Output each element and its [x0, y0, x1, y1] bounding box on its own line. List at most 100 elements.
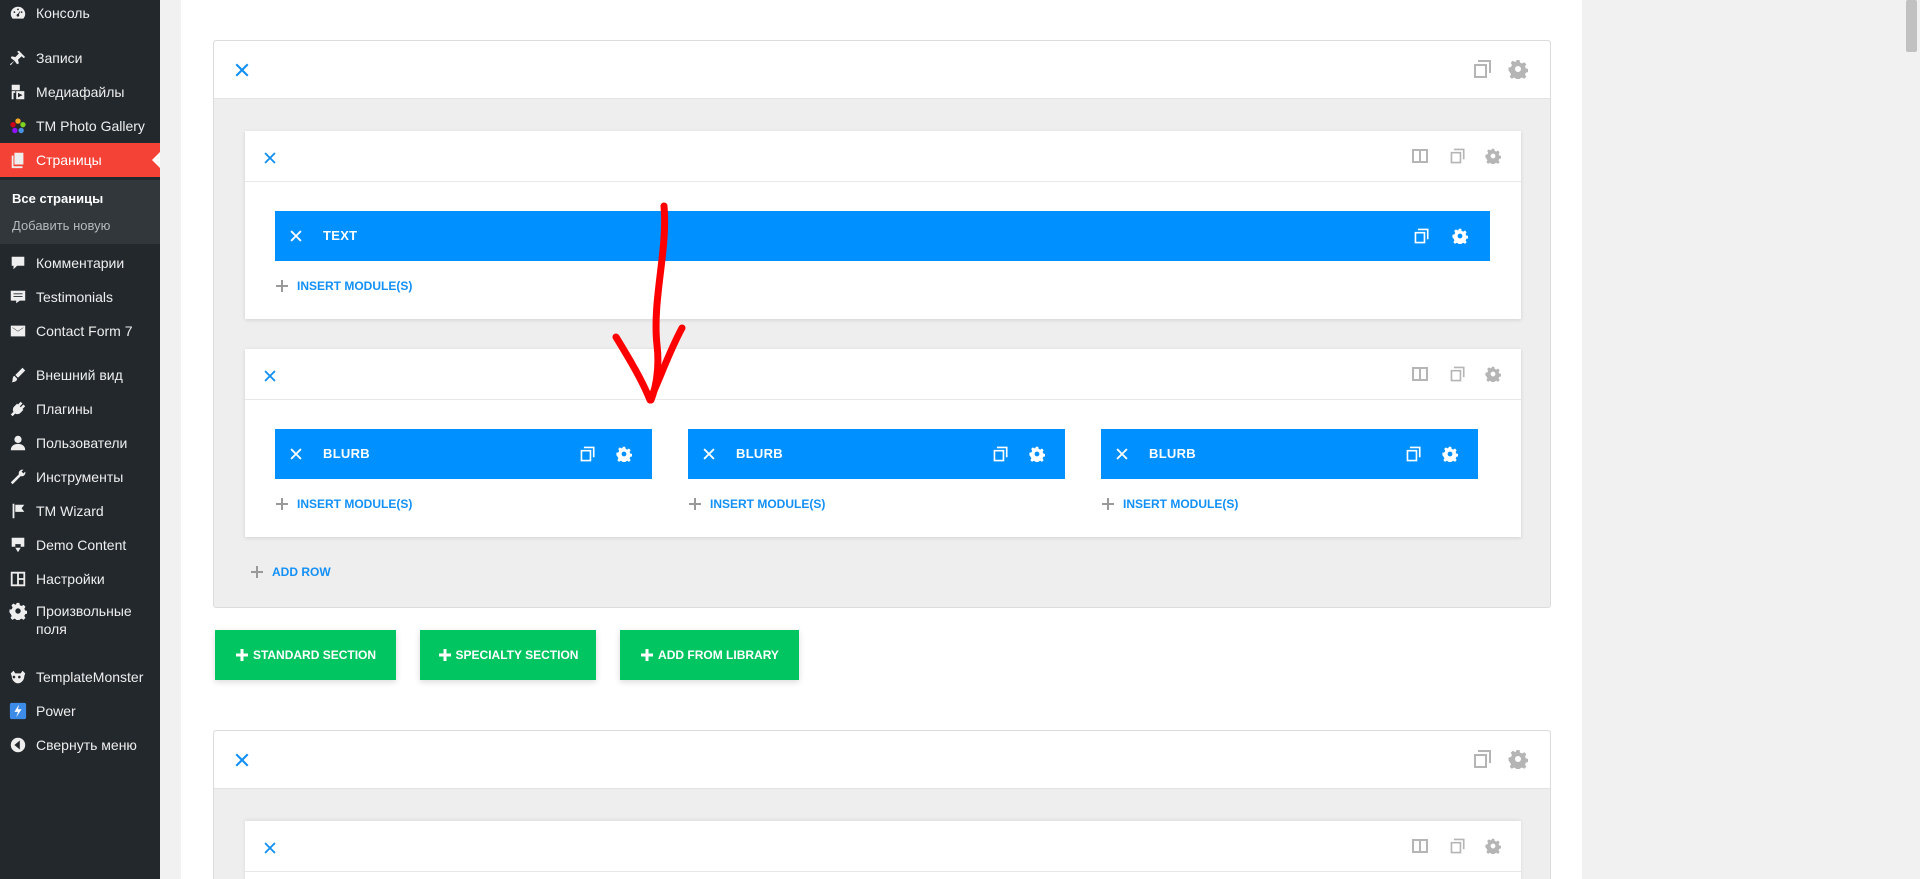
menu-item-comments[interactable]: Комментарии: [0, 246, 160, 280]
delete-module-icon[interactable]: [702, 447, 716, 461]
menu-item-console[interactable]: Консоль: [0, 0, 160, 30]
builder-row: BLURB INSERT MODULE(S) BLURB INSERT MODU…: [245, 349, 1521, 537]
module-settings-icon[interactable]: [1449, 225, 1471, 247]
duplicate-section-icon[interactable]: [1472, 58, 1494, 80]
builder-row: TEXT INSERT MODULE(S): [245, 131, 1521, 319]
submenu-all-pages[interactable]: Все страницы: [12, 191, 103, 206]
menu-item-tm-wizard[interactable]: TM Wizard: [0, 494, 160, 528]
row-settings-icon[interactable]: [1482, 145, 1504, 167]
menu-item-demo-content[interactable]: Demo Content: [0, 528, 160, 562]
menu-label: Инструменты: [36, 469, 124, 485]
wrench-icon: [9, 468, 27, 486]
download-icon: [9, 536, 27, 554]
builder-section: TEXT INSERT MODULE(S) BLURB INSERT MODUL…: [213, 40, 1551, 608]
menu-item-settings[interactable]: Настройки: [0, 562, 160, 596]
standard-section-button[interactable]: STANDARD SECTION: [215, 630, 396, 680]
menu-item-tm-photo-gallery[interactable]: TM Photo Gallery: [0, 109, 160, 143]
blurb-module[interactable]: BLURB: [275, 429, 652, 479]
insert-module-link[interactable]: INSERT MODULE(S): [275, 279, 412, 293]
menu-item-power[interactable]: Power: [0, 694, 160, 728]
section-settings-icon[interactable]: [1507, 58, 1529, 80]
plus-icon: [250, 565, 264, 579]
menu-label: Power: [36, 703, 76, 719]
row-settings-icon[interactable]: [1482, 835, 1504, 857]
delete-section-icon[interactable]: [233, 61, 251, 79]
insert-module-link[interactable]: INSERT MODULE(S): [275, 497, 412, 511]
delete-module-icon[interactable]: [1115, 447, 1129, 461]
menu-item-appearance[interactable]: Внешний вид: [0, 358, 160, 392]
duplicate-module-icon[interactable]: [1411, 225, 1433, 247]
menu-label: Консоль: [36, 5, 90, 21]
row-settings-icon[interactable]: [1482, 363, 1504, 385]
duplicate-row-icon[interactable]: [1447, 363, 1469, 385]
insert-module-link[interactable]: INSERT MODULE(S): [688, 497, 825, 511]
delete-row-icon[interactable]: [263, 841, 277, 855]
testimonial-icon: [9, 288, 27, 306]
duplicate-section-icon[interactable]: [1472, 748, 1494, 770]
menu-item-media[interactable]: Медиафайлы: [0, 75, 160, 109]
plugin-icon: [9, 400, 27, 418]
menu-item-posts[interactable]: Записи: [0, 41, 160, 75]
delete-module-icon[interactable]: [289, 229, 303, 243]
duplicate-row-icon[interactable]: [1447, 835, 1469, 857]
change-columns-icon[interactable]: [1409, 835, 1431, 857]
plus-icon: [275, 279, 289, 293]
flower-icon: [9, 117, 27, 135]
section-settings-icon[interactable]: [1507, 748, 1529, 770]
blurb-module[interactable]: BLURB: [688, 429, 1065, 479]
menu-item-users[interactable]: Пользователи: [0, 426, 160, 460]
menu-label: Страницы: [36, 152, 102, 168]
menu-item-tools[interactable]: Инструменты: [0, 460, 160, 494]
menu-item-pages[interactable]: Страницы: [0, 143, 160, 177]
media-icon: [9, 83, 27, 101]
insert-module-link[interactable]: INSERT MODULE(S): [1101, 497, 1238, 511]
section-header: [214, 731, 1550, 789]
duplicate-row-icon[interactable]: [1447, 145, 1469, 167]
menu-label: Настройки: [36, 571, 105, 587]
dashboard-icon: [9, 4, 27, 22]
delete-module-icon[interactable]: [289, 447, 303, 461]
menu-label: Медиафайлы: [36, 84, 125, 100]
specialty-section-button[interactable]: SPECIALTY SECTION: [420, 630, 596, 680]
menu-item-plugins[interactable]: Плагины: [0, 392, 160, 426]
plus-icon: [688, 497, 702, 511]
menu-item-custom-fields[interactable]: Произвольные поля: [0, 596, 160, 640]
scrollbar-thumb[interactable]: [1906, 0, 1917, 52]
delete-row-icon[interactable]: [263, 369, 277, 383]
module-label: BLURB: [736, 446, 783, 461]
menu-item-contact-form-7[interactable]: Contact Form 7: [0, 314, 160, 348]
duplicate-module-icon[interactable]: [990, 443, 1012, 465]
button-label: STANDARD SECTION: [252, 648, 377, 662]
menu-item-templatemonster[interactable]: TemplateMonster: [0, 660, 160, 694]
menu-label: Комментарии: [36, 255, 125, 271]
delete-section-icon[interactable]: [233, 751, 251, 769]
plus-icon: [1101, 497, 1115, 511]
add-row-link[interactable]: ADD ROW: [250, 565, 331, 579]
duplicate-module-icon[interactable]: [577, 443, 599, 465]
module-settings-icon[interactable]: [1439, 443, 1461, 465]
text-module[interactable]: TEXT: [275, 211, 1490, 261]
duplicate-module-icon[interactable]: [1403, 443, 1425, 465]
blurb-module[interactable]: BLURB: [1101, 429, 1478, 479]
submenu-add-new[interactable]: Добавить новую: [12, 218, 110, 233]
change-columns-icon[interactable]: [1409, 145, 1431, 167]
plus-icon: [235, 648, 249, 662]
insert-module-label: INSERT MODULE(S): [297, 497, 413, 511]
menu-label: Записи: [36, 50, 83, 66]
delete-row-icon[interactable]: [263, 151, 277, 165]
menu-label: TM Photo Gallery: [36, 118, 145, 134]
row-header: [245, 131, 1521, 182]
comment-icon: [9, 254, 27, 272]
module-settings-icon[interactable]: [613, 443, 635, 465]
page-scrollbar[interactable]: [1903, 0, 1920, 879]
change-columns-icon[interactable]: [1409, 363, 1431, 385]
button-label: ADD FROM LIBRARY: [658, 648, 779, 662]
menu-item-collapse[interactable]: Свернуть меню: [0, 728, 160, 762]
module-settings-icon[interactable]: [1026, 443, 1048, 465]
power-icon: [9, 702, 27, 720]
menu-label: Testimonials: [36, 289, 114, 305]
plus-icon: [275, 497, 289, 511]
menu-item-testimonials[interactable]: Testimonials: [0, 280, 160, 314]
add-from-library-button[interactable]: ADD FROM LIBRARY: [620, 630, 799, 680]
menu-label: Пользователи: [36, 435, 128, 451]
